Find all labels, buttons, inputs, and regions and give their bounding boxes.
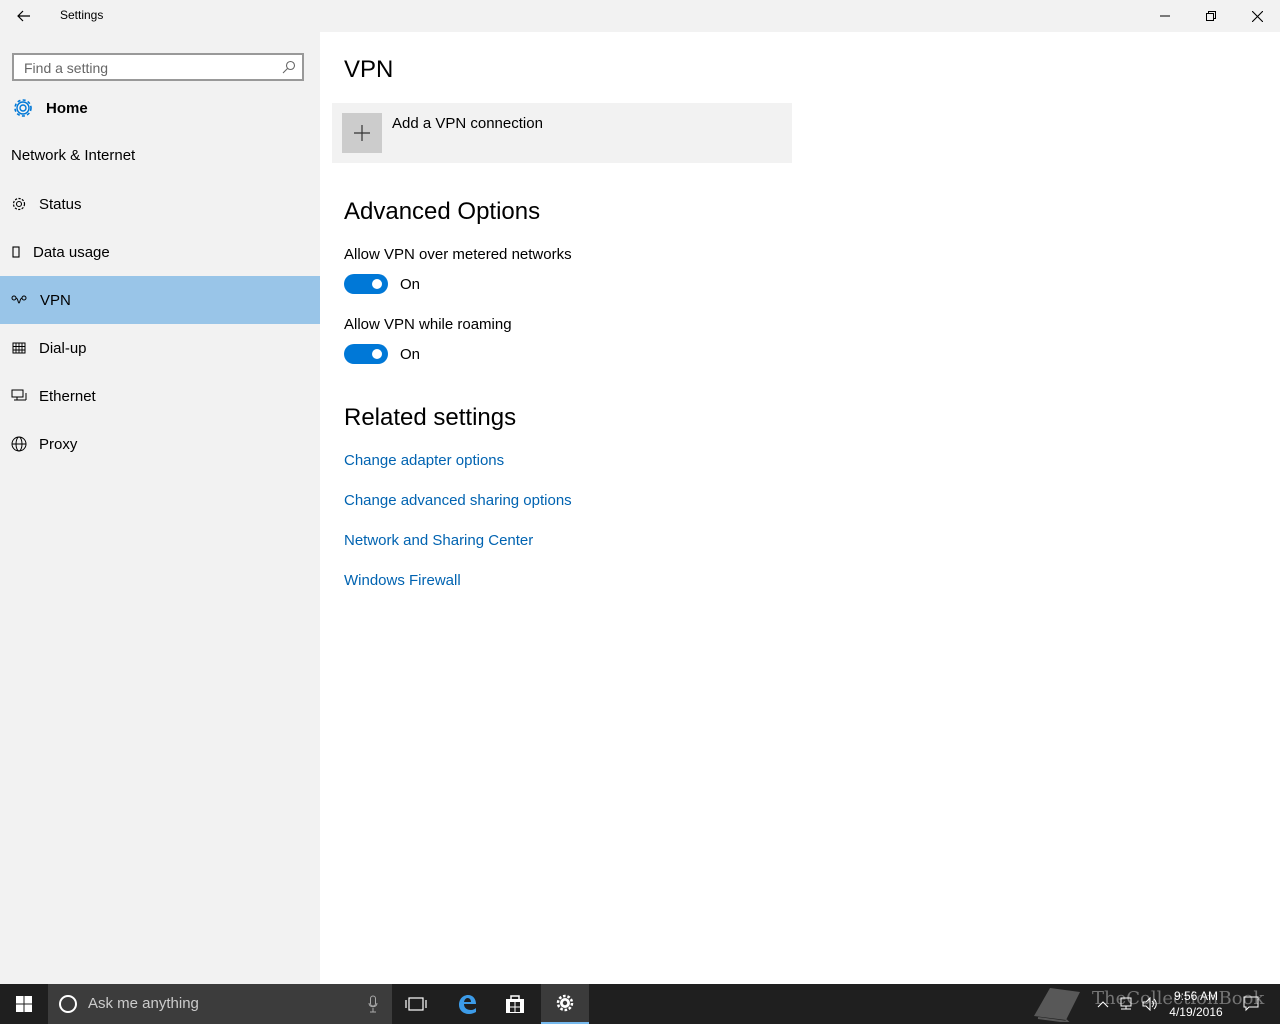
speaker-icon	[1142, 997, 1157, 1011]
plus-icon	[342, 113, 382, 153]
notifications-icon	[1243, 996, 1259, 1012]
add-vpn-button[interactable]: Add a VPN connection	[332, 103, 792, 163]
sidebar-item-label: Status	[39, 195, 82, 213]
sidebar-item-data-usage[interactable]: Data usage	[0, 228, 320, 276]
store-icon	[506, 995, 524, 1013]
sidebar-item-vpn[interactable]: VPN	[0, 276, 320, 324]
roaming-toggle-state: On	[400, 346, 421, 363]
dialup-icon	[11, 340, 27, 356]
network-tray-button[interactable]	[1116, 984, 1136, 1024]
vpn-icon	[11, 292, 27, 308]
metered-toggle-state: On	[400, 276, 421, 293]
book-logo-icon	[1034, 988, 1080, 1024]
ethernet-icon	[11, 388, 27, 404]
metered-toggle[interactable]	[344, 274, 388, 294]
settings-app-button[interactable]	[541, 984, 589, 1024]
restore-icon	[1206, 11, 1216, 21]
show-hidden-icons-button[interactable]	[1094, 984, 1112, 1024]
start-button[interactable]	[0, 984, 48, 1024]
window-title: Settings	[60, 8, 104, 22]
sidebar-item-label: VPN	[40, 291, 71, 309]
back-button[interactable]	[8, 0, 40, 32]
chevron-up-icon	[1097, 1001, 1109, 1008]
windows-firewall-link[interactable]: Windows Firewall	[344, 572, 461, 589]
roaming-toggle[interactable]	[344, 344, 388, 364]
tray-clock[interactable]: 9:56 AM 4/19/2016	[1160, 988, 1232, 1020]
network-icon	[1120, 997, 1132, 1010]
close-button[interactable]	[1234, 0, 1280, 32]
close-icon	[1251, 10, 1263, 22]
roaming-option-label: Allow VPN while roaming	[344, 316, 512, 333]
globe-icon	[11, 436, 27, 452]
microphone-icon[interactable]	[368, 995, 378, 1013]
network-sharing-center-link[interactable]: Network and Sharing Center	[344, 532, 533, 549]
volume-tray-button[interactable]	[1140, 984, 1160, 1024]
toggle-knob	[372, 349, 382, 359]
section-title: Network & Internet	[11, 147, 136, 164]
sidebar-item-proxy[interactable]: Proxy	[0, 420, 320, 468]
tray-time: 9:56 AM	[1173, 989, 1219, 1003]
change-sharing-options-link[interactable]: Change advanced sharing options	[344, 492, 572, 509]
home-gear-icon	[14, 99, 32, 117]
cortana-search-text: Ask me anything	[88, 995, 199, 1012]
sidebar: Home Network & Internet Status Data usag…	[0, 32, 320, 984]
data-usage-icon	[11, 244, 21, 260]
main-content: VPN Add a VPN connection Advanced Option…	[320, 32, 1280, 984]
page-title: VPN	[344, 56, 394, 83]
task-view-icon	[405, 997, 427, 1011]
sidebar-item-status[interactable]: Status	[0, 180, 320, 228]
metered-option-label: Allow VPN over metered networks	[344, 246, 572, 263]
settings-gear-icon	[556, 994, 574, 1012]
minimize-button[interactable]	[1142, 0, 1188, 32]
search-box[interactable]	[12, 53, 304, 81]
minimize-icon	[1160, 15, 1170, 17]
action-center-button[interactable]	[1238, 984, 1264, 1024]
sidebar-item-label: Proxy	[39, 435, 78, 453]
home-label: Home	[46, 99, 88, 117]
sidebar-item-dial-up[interactable]: Dial-up	[0, 324, 320, 372]
back-arrow-icon	[17, 10, 30, 22]
advanced-options-heading: Advanced Options	[344, 198, 541, 225]
taskbar: Ask me anything TheCollectionBook 9:56 A…	[0, 984, 1280, 1024]
change-adapter-options-link[interactable]: Change adapter options	[344, 452, 504, 469]
home-link[interactable]: Home	[10, 94, 88, 122]
title-bar: Settings	[0, 0, 1280, 32]
task-view-button[interactable]	[392, 984, 440, 1024]
add-vpn-label: Add a VPN connection	[392, 115, 543, 132]
related-settings-heading: Related settings	[344, 404, 517, 431]
search-input[interactable]	[24, 59, 274, 77]
sidebar-item-label: Ethernet	[39, 387, 96, 405]
tray-date: 4/19/2016	[1169, 1005, 1223, 1019]
cortana-search-box[interactable]: Ask me anything	[48, 984, 392, 1024]
sidebar-item-label: Dial-up	[39, 339, 87, 357]
gear-icon	[11, 196, 27, 212]
windows-logo-icon	[16, 996, 32, 1012]
sidebar-item-ethernet[interactable]: Ethernet	[0, 372, 320, 420]
edge-icon	[459, 995, 476, 1014]
restore-button[interactable]	[1188, 0, 1234, 32]
store-app-button[interactable]	[491, 984, 539, 1024]
edge-app-button[interactable]	[443, 984, 491, 1024]
toggle-knob	[372, 279, 382, 289]
cortana-icon	[59, 995, 77, 1013]
search-icon[interactable]	[282, 60, 296, 74]
sidebar-item-label: Data usage	[33, 243, 110, 261]
